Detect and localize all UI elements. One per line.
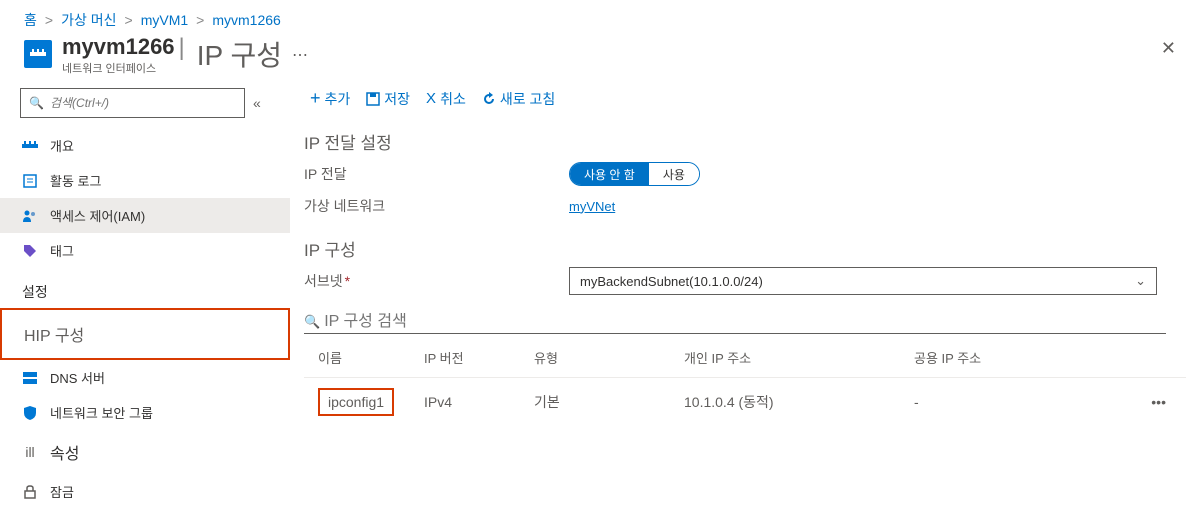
refresh-button[interactable]: 새로 고침 — [476, 89, 561, 109]
title-separator: | — [179, 34, 185, 62]
network-interface-icon — [22, 141, 38, 151]
toolbar: + 추가 저장 X 취소 새로 고침 — [294, 84, 1176, 123]
toolbar-label: 취소 — [440, 89, 466, 109]
sidebar: 🔍 « 개요 활동 로그 액세스 제어(IAM) 태그 설정 HIP 구성 D — [0, 76, 290, 517]
sidebar-item-overview[interactable]: 개요 — [0, 128, 290, 163]
table-header: 이름 IP 버전 유형 개인 IP 주소 공용 IP 주소 — [304, 338, 1186, 378]
ip-config-search[interactable]: 🔍 — [304, 311, 1166, 334]
sidebar-item-label: DNS 서버 — [50, 368, 105, 387]
x-icon: X — [426, 90, 436, 107]
sidebar-item-label: 개요 — [50, 136, 74, 155]
toolbar-label: 저장 — [384, 89, 410, 109]
sidebar-item-label: HIP 구성 — [24, 322, 84, 346]
table-row[interactable]: ipconfig1 IPv4 기본 10.1.0.4 (동적) - ••• — [304, 378, 1186, 426]
shield-icon — [22, 406, 38, 420]
subnet-label: 서브넷* — [304, 271, 569, 291]
tag-icon — [22, 244, 38, 258]
sidebar-item-nsg[interactable]: 네트워크 보안 그룹 — [0, 395, 290, 430]
breadcrumb-home[interactable]: 홈 — [24, 10, 37, 30]
chevron-right-icon: > — [125, 12, 133, 28]
search-icon: 🔍 — [304, 314, 320, 330]
more-icon[interactable]: ⋯ — [292, 45, 308, 65]
breadcrumb: 홈 > 가상 머신 > myVM1 > myvm1266 — [0, 0, 1200, 34]
save-icon — [366, 92, 380, 106]
virtual-network-link[interactable]: myVNet — [569, 199, 615, 214]
required-indicator: * — [345, 273, 350, 289]
discard-button[interactable]: X 취소 — [420, 89, 472, 109]
sidebar-item-label: 네트워크 보안 그룹 — [50, 403, 153, 422]
properties-icon: ill — [22, 444, 38, 460]
sidebar-item-locks[interactable]: 잠금 — [0, 474, 290, 509]
toggle-enabled[interactable]: 사용 — [649, 163, 699, 185]
ipconfig-version: IPv4 — [424, 394, 534, 410]
ipconfig-public-ip: - — [914, 394, 1146, 410]
chevron-right-icon: > — [45, 12, 53, 28]
sidebar-search-input[interactable] — [50, 96, 236, 110]
row-more-button[interactable]: ••• — [1146, 394, 1186, 410]
people-icon — [22, 209, 38, 223]
page-title: IP 구성 — [197, 34, 282, 74]
chevron-right-icon: > — [196, 12, 204, 28]
save-button[interactable]: 저장 — [360, 89, 416, 109]
search-icon: 🔍 — [29, 96, 44, 110]
subnet-select[interactable]: myBackendSubnet(10.1.0.0/24) ⌄ — [569, 267, 1157, 295]
sidebar-item-access-control[interactable]: 액세스 제어(IAM) — [0, 198, 290, 233]
plus-icon: + — [310, 88, 321, 109]
ipconfig-private-ip: 10.1.0.4 (동적) — [684, 392, 914, 412]
ip-config-section-title: IP 구성 — [304, 236, 1176, 261]
ip-config-table: 이름 IP 버전 유형 개인 IP 주소 공용 IP 주소 ipconfig1 … — [304, 338, 1186, 426]
breadcrumb-myvm1266[interactable]: myvm1266 — [212, 12, 280, 28]
resource-type-label: 네트워크 인터페이스 — [62, 60, 175, 76]
subnet-value: myBackendSubnet(10.1.0.0/24) — [580, 274, 763, 289]
sidebar-item-label: 속성 — [50, 440, 79, 464]
ip-forwarding-label: IP 전달 — [304, 164, 569, 184]
sidebar-item-activity-log[interactable]: 활동 로그 — [0, 163, 290, 198]
sidebar-item-tags[interactable]: 태그 — [0, 233, 290, 268]
col-private-ip: 개인 IP 주소 — [684, 348, 914, 367]
toolbar-label: 새로 고침 — [500, 89, 555, 109]
resource-title: myvm1266 — [62, 34, 175, 60]
refresh-icon — [482, 92, 496, 106]
main-content: + 추가 저장 X 취소 새로 고침 IP 전달 설정 IP 전달 사용 안 함… — [290, 76, 1200, 517]
col-public-ip: 공용 IP 주소 — [914, 348, 1146, 367]
log-icon — [22, 174, 38, 188]
breadcrumb-myvm1[interactable]: myVM1 — [141, 12, 188, 28]
virtual-network-label: 가상 네트워크 — [304, 196, 569, 216]
toolbar-label: 추가 — [325, 89, 351, 109]
ipconfig-type: 기본 — [534, 392, 684, 412]
sidebar-search[interactable]: 🔍 — [20, 88, 245, 118]
network-interface-icon — [24, 40, 52, 68]
sidebar-item-label: 액세스 제어(IAM) — [50, 206, 145, 225]
ip-forwarding-toggle[interactable]: 사용 안 함 사용 — [569, 162, 700, 186]
toggle-disabled[interactable]: 사용 안 함 — [570, 163, 649, 185]
sidebar-item-dns-servers[interactable]: DNS 서버 — [0, 360, 290, 395]
dns-icon — [22, 372, 38, 384]
sidebar-item-label: 활동 로그 — [50, 171, 101, 190]
sidebar-item-properties[interactable]: ill 속성 — [0, 430, 290, 474]
sidebar-item-label: 태그 — [50, 241, 74, 260]
breadcrumb-vm[interactable]: 가상 머신 — [61, 10, 116, 30]
col-type: 유형 — [534, 348, 684, 367]
lock-icon — [22, 485, 38, 499]
ip-forwarding-section-title: IP 전달 설정 — [304, 129, 1176, 154]
chevron-down-icon: ⌄ — [1135, 273, 1146, 289]
col-version: IP 버전 — [424, 348, 534, 367]
collapse-icon[interactable]: « — [253, 95, 261, 111]
sidebar-item-ip-configurations[interactable]: HIP 구성 — [0, 308, 290, 360]
sidebar-section-settings: 설정 — [0, 268, 290, 308]
col-name: 이름 — [304, 348, 424, 367]
ipconfig-name: ipconfig1 — [318, 388, 394, 416]
add-button[interactable]: + 추가 — [304, 88, 356, 109]
close-icon[interactable]: ✕ — [1161, 38, 1176, 59]
ip-config-search-input[interactable] — [324, 313, 1166, 331]
sidebar-item-label: 잠금 — [50, 482, 74, 501]
